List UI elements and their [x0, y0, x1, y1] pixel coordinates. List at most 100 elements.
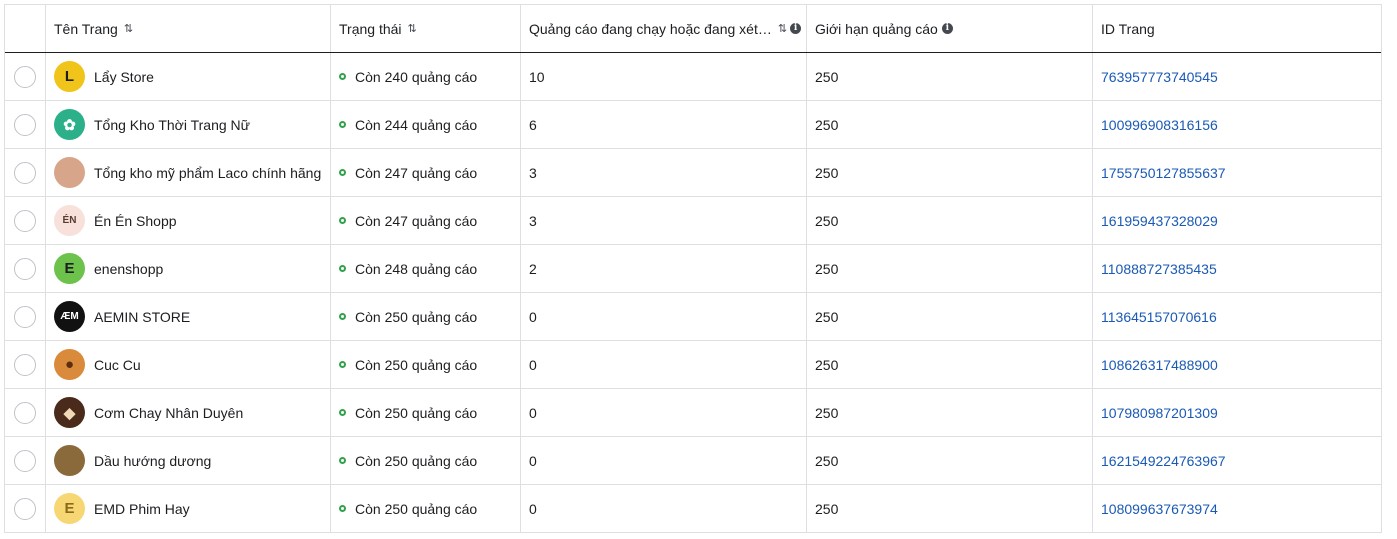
ads-running-value: 3	[529, 212, 537, 229]
ad-limit-cell: 250	[807, 389, 1093, 436]
ad-limit-value: 250	[815, 260, 839, 277]
ad-limit-cell: 250	[807, 149, 1093, 196]
page-name-cell: ◆ Cơm Chay Nhân Duyên	[46, 389, 331, 436]
page-id-link[interactable]: 100996908316156	[1101, 117, 1218, 133]
ads-running-value: 0	[529, 404, 537, 421]
info-icon[interactable]: i	[941, 23, 953, 34]
status-cell: Còn 250 quảng cáo	[331, 389, 521, 436]
header-ad-limit-label: Giới hạn quảng cáo	[815, 20, 938, 37]
table-row[interactable]: ◆ Cơm Chay Nhân Duyên Còn 250 quảng cáo 0 25…	[5, 389, 1381, 437]
header-page-name-label: Tên Trang	[54, 20, 118, 37]
status-text: Còn 250 quảng cáo	[355, 500, 478, 517]
row-select	[5, 101, 46, 148]
ad-limit-value: 250	[815, 404, 839, 421]
ads-running-cell: 6	[521, 101, 807, 148]
page-id-link[interactable]: 110888727385435	[1101, 261, 1217, 277]
ad-limit-value: 250	[815, 500, 839, 517]
table-row[interactable]: Eenenshopp Còn 248 quảng cáo 2 250 110888727…	[5, 245, 1381, 293]
ad-limit-cell: 250	[807, 437, 1093, 484]
status-dot-icon	[339, 313, 346, 320]
page-id-link[interactable]: 108626317488900	[1101, 357, 1218, 373]
status-cell: Còn 250 quảng cáo	[331, 293, 521, 340]
table-row[interactable]: ✿ Tổng Kho Thời Trang Nữ Còn 244 quảng cáo…	[5, 101, 1381, 149]
page-name: Cơm Chay Nhân Duyên	[94, 404, 244, 421]
row-radio-button[interactable]	[14, 449, 36, 472]
page-id-link[interactable]: 107980987201309	[1101, 405, 1218, 421]
sort-icon[interactable]: ⇅	[778, 22, 787, 35]
page-name: EMD Phim Hay	[94, 500, 190, 517]
ads-running-value: 6	[529, 116, 537, 133]
ad-limit-cell: 250	[807, 293, 1093, 340]
table-row[interactable]: ÉN Én Én Shopp Còn 247 quảng cáo 3 250 161959…	[5, 197, 1381, 245]
table-row[interactable]: E EMD Phim Hay Còn 250 quảng cáo 0 250 108099…	[5, 485, 1381, 533]
status-dot-icon	[339, 217, 346, 224]
row-select	[5, 485, 46, 532]
row-radio-button[interactable]	[14, 209, 36, 232]
header-status[interactable]: Trạng thái ⇅	[331, 5, 521, 52]
ad-limit-cell: 250	[807, 341, 1093, 388]
status-dot-icon	[339, 73, 346, 80]
ads-running-value: 2	[529, 260, 537, 277]
header-ad-limit: Giới hạn quảng cáo i	[807, 5, 1093, 52]
header-ads-running[interactable]: Quảng cáo đang chạy hoặc đang xét… ⇅ i	[521, 5, 807, 52]
page-id-link[interactable]: 113645157070616	[1101, 309, 1217, 325]
status-cell: Còn 248 quảng cáo	[331, 245, 521, 292]
ads-running-value: 0	[529, 500, 537, 517]
ad-limit-cell: 250	[807, 101, 1093, 148]
page-avatar: ÉN	[54, 205, 85, 236]
row-radio-button[interactable]	[14, 65, 36, 88]
page-name-cell: ● Cuc Cu	[46, 341, 331, 388]
row-select	[5, 197, 46, 244]
header-page-id: ID Trang	[1093, 5, 1381, 52]
page-name: Tổng kho mỹ phẩm Laco chính hãng	[94, 164, 322, 181]
page-id-link[interactable]: 161959437328029	[1101, 213, 1218, 229]
table-row[interactable]: L Lẩy Store Còn 240 quảng cáo 10 250 76395777…	[5, 53, 1381, 101]
row-radio-button[interactable]	[14, 113, 36, 136]
sort-icon[interactable]: ⇅	[124, 22, 133, 35]
page-name: Dầu hướng dương	[94, 452, 212, 469]
page-id-cell: 113645157070616	[1093, 293, 1381, 340]
page-avatar: ●	[54, 349, 85, 380]
status-dot-icon	[339, 121, 346, 128]
page-id-link[interactable]: 1755750127855637	[1101, 165, 1226, 181]
pages-table: Tên Trang ⇅ Trạng thái ⇅ Quảng cáo đang …	[4, 4, 1382, 533]
status-dot-icon	[339, 409, 346, 416]
ad-limit-value: 250	[815, 116, 839, 133]
ads-running-value: 0	[529, 308, 537, 325]
page-avatar	[54, 445, 85, 476]
row-radio-button[interactable]	[14, 305, 36, 328]
page-id-link[interactable]: 108099637673974	[1101, 501, 1218, 517]
page-id-cell: 161959437328029	[1093, 197, 1381, 244]
header-select	[5, 5, 46, 52]
sort-icon[interactable]: ⇅	[408, 22, 417, 35]
page-id-link[interactable]: 763957773740545	[1101, 69, 1218, 85]
ads-running-cell: 2	[521, 245, 807, 292]
table-header: Tên Trang ⇅ Trạng thái ⇅ Quảng cáo đang …	[5, 4, 1381, 53]
row-radio-button[interactable]	[14, 401, 36, 424]
ad-limit-value: 250	[815, 356, 839, 373]
table-row[interactable]: ÆM AEMIN STORE Còn 250 quảng cáo 0 250 113645…	[5, 293, 1381, 341]
info-icon[interactable]: i	[790, 23, 802, 34]
page-id-cell: 1621549224763967	[1093, 437, 1381, 484]
ads-running-cell: 0	[521, 341, 807, 388]
row-radio-button[interactable]	[14, 257, 36, 280]
row-radio-button[interactable]	[14, 353, 36, 376]
header-page-name[interactable]: Tên Trang ⇅	[46, 5, 331, 52]
ad-limit-value: 250	[815, 212, 839, 229]
page-avatar: L	[54, 61, 85, 92]
table-row[interactable]: ● Cuc Cu Còn 250 quảng cáo 0 250 108626317488…	[5, 341, 1381, 389]
page-avatar: E	[54, 493, 85, 524]
ad-limit-value: 250	[815, 68, 839, 85]
row-select	[5, 341, 46, 388]
page-id-cell: 107980987201309	[1093, 389, 1381, 436]
status-text: Còn 250 quảng cáo	[355, 452, 478, 469]
row-radio-button[interactable]	[14, 161, 36, 184]
table-row[interactable]: Tổng kho mỹ phẩm Laco chính hãng Còn 247 …	[5, 149, 1381, 197]
status-text: Còn 247 quảng cáo	[355, 164, 478, 181]
page-name-cell: E EMD Phim Hay	[46, 485, 331, 532]
status-cell: Còn 250 quảng cáo	[331, 437, 521, 484]
table-row[interactable]: Dầu hướng dương Còn 250 quảng cáo 0 250 1621…	[5, 437, 1381, 485]
page-id-link[interactable]: 1621549224763967	[1101, 453, 1226, 469]
row-radio-button[interactable]	[14, 497, 36, 520]
page-name: AEMIN STORE	[94, 308, 191, 325]
